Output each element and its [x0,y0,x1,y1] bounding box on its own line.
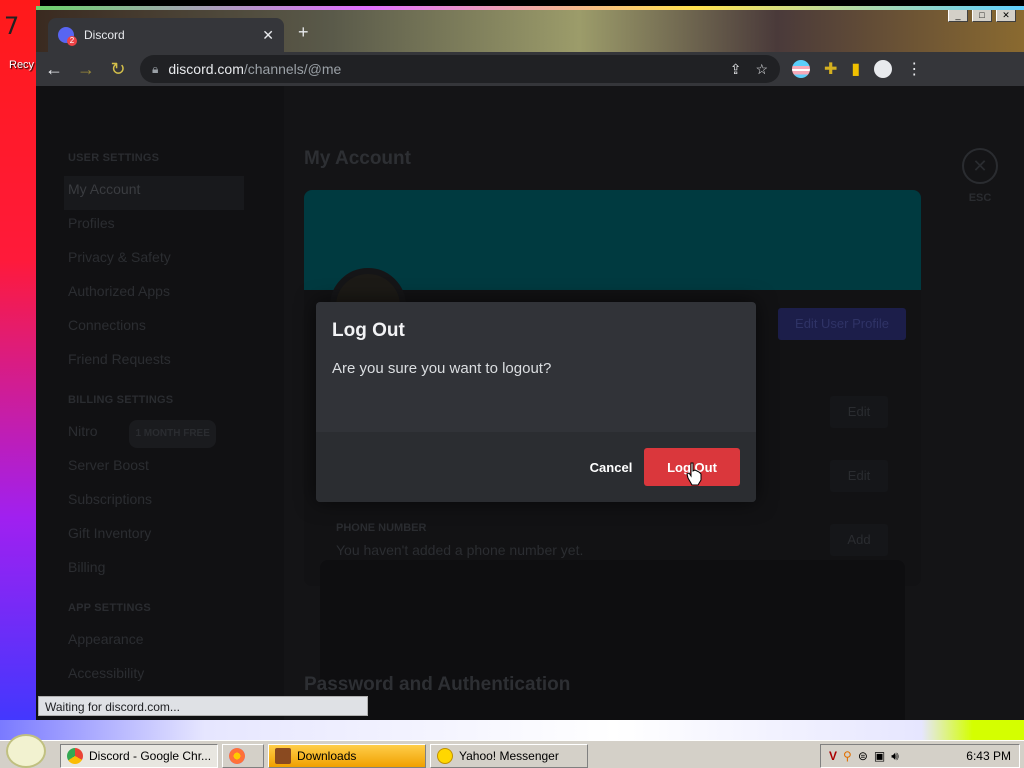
page-title: My Account [304,148,411,169]
settings-sidebar: USER SETTINGS My Account Profiles Privac… [36,86,284,720]
tray-app-icon[interactable]: V [829,749,837,763]
password-auth-heading: Password and Authentication [304,674,571,695]
taskbar-label: Discord - Google Chr... [89,749,212,763]
browser-toolbar: ← → ↻ 🔒︎ discord.com /channels/@me ⇪ ☆ ✚… [36,52,1024,86]
start-orb-button[interactable] [6,734,46,768]
app-settings-header: APP SETTINGS [68,602,151,614]
sidebar-item-nitro[interactable]: Nitro 1 MONTH FREE [68,418,284,452]
edit-email-button[interactable]: Edit [830,460,888,492]
browser-tab[interactable]: Discord ✕ [48,18,284,52]
lock-icon[interactable]: 🔒︎ [152,62,158,77]
hand-cursor-icon [686,462,702,486]
taskbar-label: Downloads [297,749,357,763]
url-path: /channels/@me [243,61,342,77]
system-tray: V ⚲ ⊜ ▣ 🔊︎ 6:43 PM [820,744,1020,768]
profile-banner [304,190,921,290]
sidebar-item-subscriptions[interactable]: Subscriptions [68,486,284,520]
recycle-bin-label[interactable]: Recy [9,59,34,71]
taskbar-label: Yahoo! Messenger [459,749,559,763]
discord-favicon-icon [58,27,77,46]
sidebar-item-authorized-apps[interactable]: Authorized Apps [68,278,284,312]
chrome-icon [67,748,83,764]
nitro-label: Nitro [68,423,98,439]
sidebar-item-billing[interactable]: Billing [68,554,284,588]
esc-label: ESC [968,192,992,204]
edit-user-profile-button[interactable]: Edit User Profile [778,308,906,340]
sidebar-item-gift-inventory[interactable]: Gift Inventory [68,520,284,554]
edit-username-button[interactable]: Edit [830,396,888,428]
reload-icon[interactable]: ↻ [104,55,132,83]
url-domain: discord.com [168,61,244,77]
browser-titlebar: Discord ✕ + _ □ ✕ [36,6,1024,52]
modal-title: Log Out [332,320,405,341]
minimize-button[interactable]: _ [948,8,968,22]
downloads-folder-icon [275,748,291,764]
taskbar-item-firefox[interactable] [222,744,264,768]
tab-close-icon[interactable]: ✕ [262,27,274,44]
firefox-icon [229,748,245,764]
extension-flag-icon[interactable] [792,60,810,78]
menu-kebab-icon[interactable]: ⋮ [906,59,922,79]
taskbar-item-yahoo-messenger[interactable]: Yahoo! Messenger [430,744,588,768]
maximize-button[interactable]: □ [972,8,992,22]
bookmark-star-icon[interactable]: ☆ [755,61,768,78]
close-icon[interactable]: ✕ [962,148,998,184]
billing-settings-header: BILLING SETTINGS [68,394,174,406]
add-phone-button[interactable]: Add [830,524,888,556]
windows-taskbar: Discord - Google Chr... Downloads Yahoo!… [0,740,1024,768]
window-controls: _ □ ✕ [948,8,1016,22]
sidebar-item-friend-requests[interactable]: Friend Requests [68,346,284,380]
sidebar-item-accessibility[interactable]: Accessibility [68,660,284,694]
desktop-background [0,0,40,740]
tab-title: Discord [84,28,125,42]
back-arrow-icon[interactable]: ← [40,55,68,83]
sidebar-item-profiles[interactable]: Profiles [68,210,284,244]
share-icon[interactable]: ⇪ [730,61,742,78]
desktop-text: 7 [4,12,20,40]
close-window-button[interactable]: ✕ [996,8,1016,22]
nitro-free-badge: 1 MONTH FREE [129,420,216,448]
new-tab-plus-icon[interactable]: + [298,22,309,43]
tray-monitor-icon[interactable]: ▣ [874,749,885,763]
taskbar-item-chrome[interactable]: Discord - Google Chr... [60,744,218,768]
extensions-puzzle-icon[interactable]: ✚ [824,59,837,79]
browser-status-bubble: Waiting for discord.com... [38,696,368,716]
account-info-panel [320,560,905,720]
tray-network-icon[interactable]: ⊜ [858,749,868,763]
desktop-strip [0,720,1024,740]
volume-icon[interactable]: 🔊︎ [891,749,899,764]
taskbar-item-downloads[interactable]: Downloads [268,744,426,768]
forward-arrow-icon[interactable]: → [72,55,100,83]
sidebar-item-privacy[interactable]: Privacy & Safety [68,244,284,278]
profile-avatar-icon[interactable] [874,60,893,78]
close-settings[interactable]: ✕ ESC [960,148,1000,204]
phone-number-value: You haven't added a phone number yet. [336,542,584,558]
yahoo-smiley-icon [437,748,453,764]
sidebar-item-appearance[interactable]: Appearance [68,626,284,660]
clock[interactable]: 6:43 PM [966,749,1011,763]
sidebar-item-my-account[interactable]: My Account [64,176,244,210]
modal-message: Are you sure you want to logout? [332,360,552,377]
address-bar[interactable]: 🔒︎ discord.com /channels/@me ⇪ ☆ [140,55,780,83]
tray-search-icon[interactable]: ⚲ [843,749,852,763]
sidebar-item-server-boost[interactable]: Server Boost [68,452,284,486]
sidebar-panel-icon[interactable]: ▮ [851,59,860,79]
sidebar-item-connections[interactable]: Connections [68,312,284,346]
user-settings-header: USER SETTINGS [68,152,160,164]
phone-number-label: PHONE NUMBER [336,522,427,534]
